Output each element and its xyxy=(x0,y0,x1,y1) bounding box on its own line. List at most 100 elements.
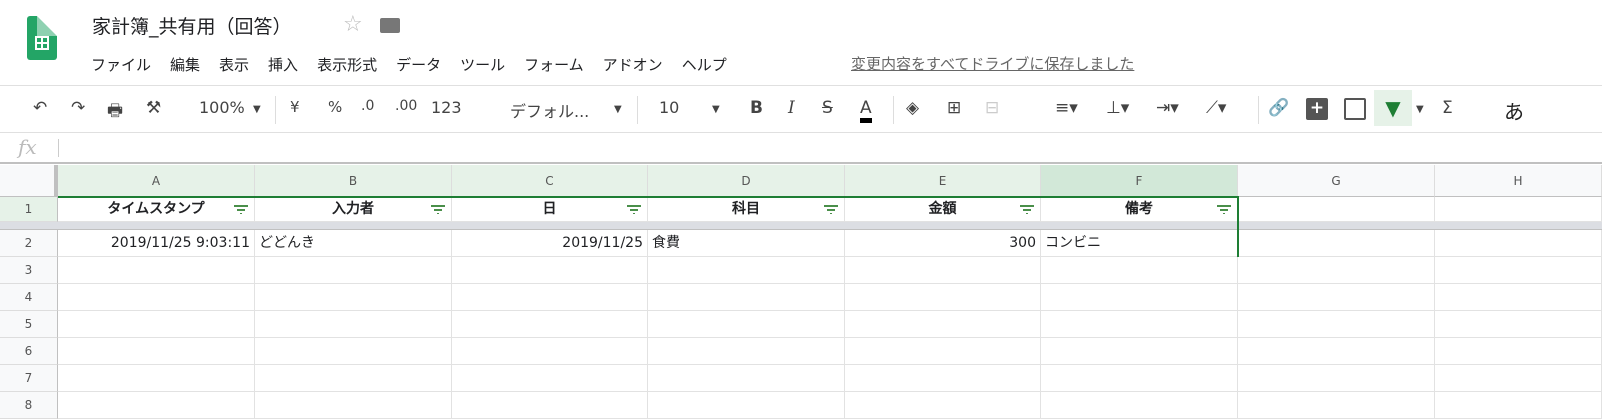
row-header-1[interactable]: 1 xyxy=(0,197,58,222)
cell-E8[interactable] xyxy=(845,392,1041,419)
cell-H5[interactable] xyxy=(1435,311,1602,338)
column-header-G[interactable]: G xyxy=(1238,165,1435,197)
chevron-down-icon[interactable]: ▼ xyxy=(614,104,622,115)
row-header-2[interactable]: 2 xyxy=(0,230,58,257)
cell-F4[interactable] xyxy=(1041,284,1238,311)
filter-icon[interactable] xyxy=(824,205,838,214)
font-size-select[interactable]: 10 xyxy=(659,98,679,117)
header-cell-H1[interactable] xyxy=(1435,197,1602,222)
cell-F6[interactable] xyxy=(1041,338,1238,365)
fill-color-icon[interactable]: ◈ xyxy=(906,98,919,118)
undo-icon[interactable]: ↶ xyxy=(33,98,47,118)
cell-F3[interactable] xyxy=(1041,257,1238,284)
cell-A3[interactable] xyxy=(58,257,255,284)
formula-bar[interactable]: fx xyxy=(0,133,1602,164)
redo-icon[interactable]: ↷ xyxy=(71,98,85,118)
cell-H8[interactable] xyxy=(1435,392,1602,419)
cell-E7[interactable] xyxy=(845,365,1041,392)
increase-decimal-button[interactable]: .00 xyxy=(395,98,417,114)
cell-D3[interactable] xyxy=(648,257,845,284)
header-cell-F1[interactable]: 備考 xyxy=(1041,197,1238,222)
chart-icon[interactable] xyxy=(1344,98,1366,120)
more-formats-button[interactable]: 123 xyxy=(431,98,462,117)
row-header-7[interactable]: 7 xyxy=(0,365,58,392)
cell-G2[interactable] xyxy=(1238,230,1435,257)
strikethrough-button[interactable]: S xyxy=(822,98,833,118)
menu-format[interactable]: 表示形式 xyxy=(317,54,377,75)
column-header-A[interactable]: A xyxy=(58,165,255,197)
cell-H6[interactable] xyxy=(1435,338,1602,365)
currency-button[interactable]: ¥ xyxy=(290,98,300,116)
horizontal-align-icon[interactable]: ≡▾ xyxy=(1055,98,1078,118)
text-wrap-icon[interactable]: ⇥▾ xyxy=(1156,98,1179,118)
cell-F2[interactable]: コンビニ xyxy=(1041,230,1238,257)
cell-H4[interactable] xyxy=(1435,284,1602,311)
header-cell-C1[interactable]: 日 xyxy=(452,197,648,222)
menu-addons[interactable]: アドオン xyxy=(603,54,663,75)
cell-D8[interactable] xyxy=(648,392,845,419)
cell-C7[interactable] xyxy=(452,365,648,392)
cell-E2[interactable]: 300 xyxy=(845,230,1041,257)
cell-C4[interactable] xyxy=(452,284,648,311)
column-header-H[interactable]: H xyxy=(1435,165,1602,197)
column-header-B[interactable]: B xyxy=(255,165,452,197)
cell-A7[interactable] xyxy=(58,365,255,392)
header-cell-D1[interactable]: 科目 xyxy=(648,197,845,222)
cell-A8[interactable] xyxy=(58,392,255,419)
bold-button[interactable]: B xyxy=(750,98,763,118)
menu-file[interactable]: ファイル xyxy=(91,54,151,75)
filter-icon[interactable] xyxy=(1020,205,1034,214)
cell-H3[interactable] xyxy=(1435,257,1602,284)
column-header-C[interactable]: C xyxy=(452,165,648,197)
cell-B7[interactable] xyxy=(255,365,452,392)
column-header-E[interactable]: E xyxy=(845,165,1041,197)
menu-edit[interactable]: 編集 xyxy=(170,54,200,75)
cell-F8[interactable] xyxy=(1041,392,1238,419)
comment-icon[interactable]: + xyxy=(1306,98,1328,120)
cell-B6[interactable] xyxy=(255,338,452,365)
text-rotation-icon[interactable]: ⟋▾ xyxy=(1206,98,1226,118)
sheets-logo[interactable] xyxy=(27,16,57,60)
select-all-corner[interactable] xyxy=(0,165,58,197)
header-cell-E1[interactable]: 金額 xyxy=(845,197,1041,222)
cell-E3[interactable] xyxy=(845,257,1041,284)
cell-C5[interactable] xyxy=(452,311,648,338)
cell-G5[interactable] xyxy=(1238,311,1435,338)
row-header-8[interactable]: 8 xyxy=(0,392,58,419)
decrease-decimal-button[interactable]: .0 xyxy=(361,98,374,114)
percent-button[interactable]: % xyxy=(328,98,342,116)
menu-tools[interactable]: ツール xyxy=(460,54,505,75)
cell-G6[interactable] xyxy=(1238,338,1435,365)
chevron-down-icon[interactable]: ▼ xyxy=(253,104,261,115)
paint-format-icon[interactable]: ⚒ xyxy=(146,98,161,118)
cell-G4[interactable] xyxy=(1238,284,1435,311)
cell-G8[interactable] xyxy=(1238,392,1435,419)
cell-A6[interactable] xyxy=(58,338,255,365)
cell-E6[interactable] xyxy=(845,338,1041,365)
input-tools-button[interactable]: あ xyxy=(1504,96,1524,125)
cell-D7[interactable] xyxy=(648,365,845,392)
header-cell-G1[interactable] xyxy=(1238,197,1435,222)
cell-B3[interactable] xyxy=(255,257,452,284)
star-icon[interactable]: ☆ xyxy=(343,12,363,37)
row-header-3[interactable]: 3 xyxy=(0,257,58,284)
italic-button[interactable]: I xyxy=(788,98,795,118)
menu-form[interactable]: フォーム xyxy=(524,54,584,75)
text-color-button[interactable]: A xyxy=(860,98,872,123)
cell-A4[interactable] xyxy=(58,284,255,311)
cell-D2[interactable]: 食費 xyxy=(648,230,845,257)
merge-cells-icon[interactable]: ⊟ xyxy=(985,98,999,118)
link-icon[interactable]: 🔗 xyxy=(1268,98,1289,118)
filter-icon[interactable] xyxy=(1217,205,1231,214)
vertical-align-icon[interactable]: ⊥▾ xyxy=(1106,98,1129,118)
column-header-D[interactable]: D xyxy=(648,165,845,197)
cell-B4[interactable] xyxy=(255,284,452,311)
filter-icon[interactable] xyxy=(234,205,248,214)
cell-B8[interactable] xyxy=(255,392,452,419)
cell-B5[interactable] xyxy=(255,311,452,338)
borders-icon[interactable]: ⊞ xyxy=(947,98,961,118)
save-status-link[interactable]: 変更内容をすべてドライブに保存しました xyxy=(851,53,1134,74)
column-header-F[interactable]: F xyxy=(1041,165,1238,197)
cell-D6[interactable] xyxy=(648,338,845,365)
functions-button[interactable]: Σ xyxy=(1442,98,1453,118)
